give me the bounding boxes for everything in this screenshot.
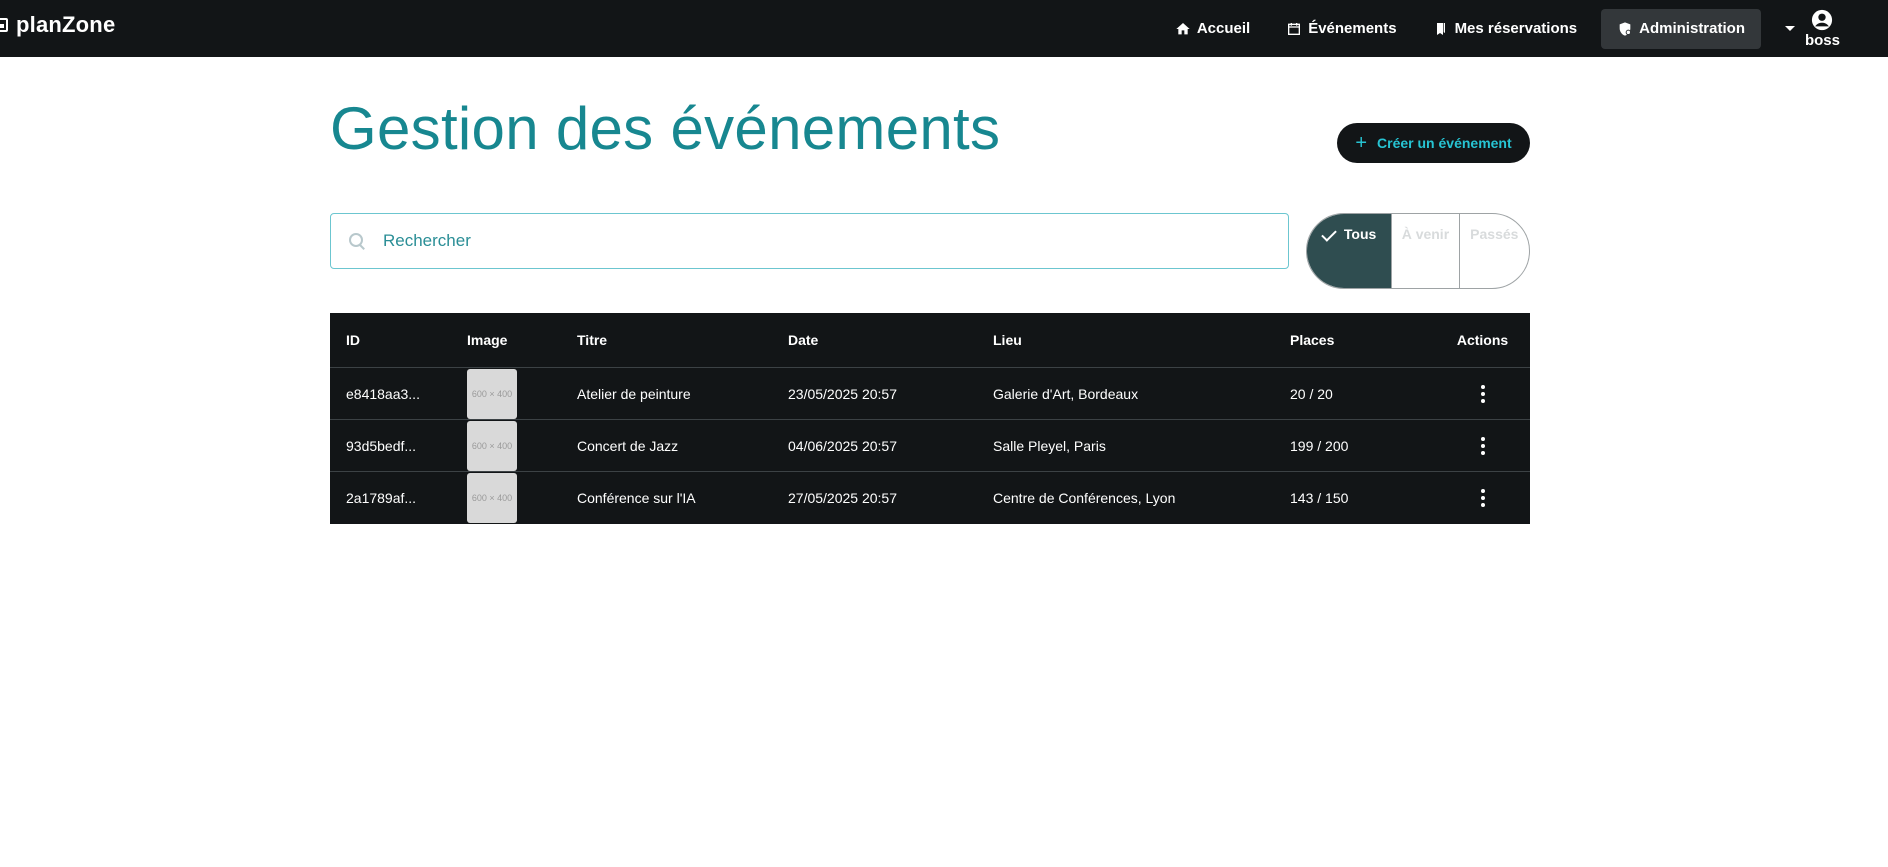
create-event-button[interactable]: + Créer un événement <box>1337 123 1530 163</box>
search-field[interactable] <box>330 213 1289 269</box>
brand[interactable]: planZone <box>0 12 115 38</box>
nav-item-label: Administration <box>1639 20 1745 37</box>
filter-upcoming-label: À venir <box>1401 226 1450 242</box>
cell-title: Conférence sur l'IA <box>577 490 696 506</box>
cell-seats: 20 / 20 <box>1290 385 1333 402</box>
nav-item-label: Accueil <box>1196 20 1251 37</box>
event-thumbnail: 600 × 400 <box>467 473 517 523</box>
table-header: ID Image Titre Date Lieu Places Actions <box>330 313 1530 368</box>
cell-seats: 199 / 200 <box>1290 437 1349 454</box>
bookmark-icon <box>1436 22 1445 35</box>
nav-menu: Accueil Événements Mes réservations Admi… <box>1163 0 1888 57</box>
cell-id: 2a1789af... <box>346 490 417 506</box>
table-row[interactable]: 2a1789af... 600 × 400 Conférence sur l'I… <box>330 472 1530 524</box>
search-input[interactable] <box>383 231 1263 251</box>
nav-item-events[interactable]: Événements <box>1274 9 1408 49</box>
cell-title: Atelier de peinture <box>577 385 691 402</box>
user-menu[interactable]: boss <box>1784 9 1840 49</box>
create-event-label: Créer un événement <box>1377 135 1512 151</box>
cell-place: Galerie d'Art, Bordeaux <box>993 385 1139 402</box>
column-header-date[interactable]: Date <box>788 332 993 348</box>
event-filter-toggle: Tous À venir Passés <box>1306 213 1530 289</box>
home-icon <box>1176 22 1190 34</box>
cell-place: Salle Pleyel, Paris <box>993 437 1106 454</box>
cell-date: 04/06/2025 20:57 <box>788 437 897 454</box>
cell-date: 23/05/2025 20:57 <box>788 385 897 402</box>
column-header-place[interactable]: Lieu <box>993 332 1290 348</box>
nav-item-home[interactable]: Accueil <box>1163 9 1262 49</box>
table-row[interactable]: e8418aa3... 600 × 400 Atelier de peintur… <box>330 368 1530 420</box>
user-account[interactable]: boss <box>1805 9 1840 49</box>
cell-seats: 143 / 150 <box>1290 490 1349 506</box>
event-thumbnail: 600 × 400 <box>467 420 517 471</box>
more-vert-icon[interactable] <box>1473 381 1493 407</box>
column-header-title[interactable]: Titre <box>577 332 788 348</box>
cell-id: 93d5bedf... <box>346 437 417 454</box>
filter-past-label: Passés <box>1470 226 1519 242</box>
more-vert-icon[interactable] <box>1473 433 1493 459</box>
filter-all-label: Tous <box>1343 226 1377 242</box>
nav-item-bookings[interactable]: Mes réservations <box>1421 9 1590 49</box>
shield-icon <box>1619 21 1632 36</box>
search-icon <box>347 231 367 251</box>
app-title: planZone <box>16 12 116 37</box>
nav-item-label: Mes réservations <box>1454 20 1578 37</box>
page-title: Gestion des événements <box>330 95 1001 162</box>
username: boss <box>1804 31 1840 49</box>
check-icon <box>1321 226 1337 242</box>
column-header-id[interactable]: ID <box>330 332 467 348</box>
filter-all[interactable]: Tous <box>1307 214 1392 288</box>
filter-upcoming[interactable]: À venir <box>1391 214 1458 288</box>
column-header-actions: Actions <box>1456 332 1509 348</box>
column-header-seats[interactable]: Places <box>1290 332 1435 348</box>
event-thumbnail: 600 × 400 <box>467 368 517 419</box>
cell-id: e8418aa3... <box>346 385 420 402</box>
nav-item-label: Événements <box>1308 20 1397 37</box>
brand-icon <box>0 18 8 32</box>
table-row[interactable]: 93d5bedf... 600 × 400 Concert de Jazz 04… <box>330 420 1530 472</box>
top-navbar: planZone Accueil Événements Mes réservat… <box>0 0 1888 57</box>
cell-title: Concert de Jazz <box>577 437 679 454</box>
nav-item-admin[interactable]: Administration <box>1601 8 1761 49</box>
more-vert-icon[interactable] <box>1473 485 1493 511</box>
events-table: ID Image Titre Date Lieu Places Actions … <box>330 313 1530 524</box>
chevron-down-icon <box>1784 26 1795 31</box>
cell-date: 27/05/2025 20:57 <box>788 490 897 506</box>
filter-past[interactable]: Passés <box>1458 214 1529 288</box>
plus-icon: + <box>1355 132 1368 154</box>
cell-place: Centre de Conférences, Lyon <box>993 490 1176 506</box>
column-header-image[interactable]: Image <box>467 332 577 348</box>
account-circle-icon <box>1812 9 1833 30</box>
calendar-icon <box>1288 22 1301 35</box>
